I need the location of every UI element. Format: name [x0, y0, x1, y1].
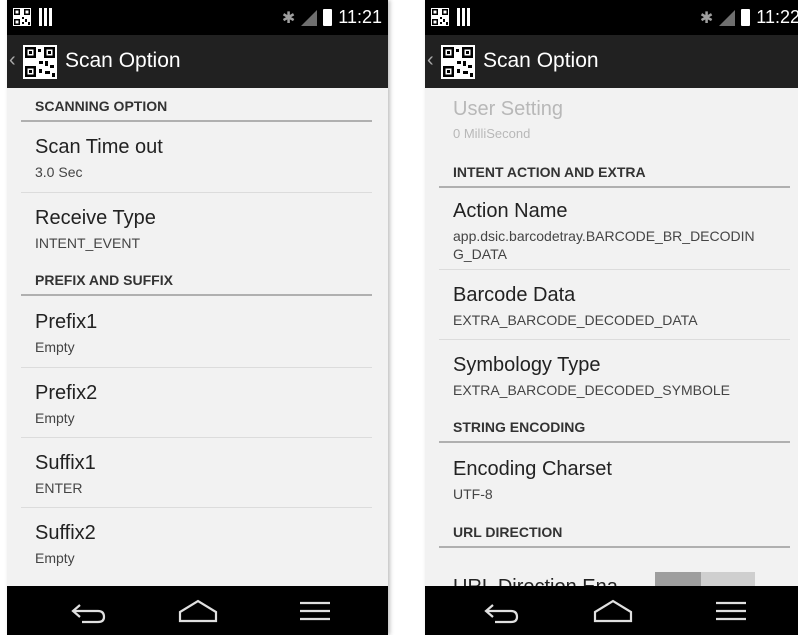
- barcode-icon: [39, 8, 53, 26]
- pref-title: Symbology Type: [453, 354, 601, 376]
- pref-user-setting: User Setting 0 MilliSecond: [439, 88, 790, 148]
- battery-icon: [741, 9, 751, 26]
- back-icon[interactable]: [477, 596, 527, 626]
- toggle-knob: [655, 572, 701, 586]
- action-bar: ‹ Scan Option: [425, 35, 798, 88]
- pref-title: User Setting: [453, 98, 564, 120]
- status-time: 11:22: [756, 7, 798, 27]
- category-prefix-and-suffix: PREFIX AND SUFFIX: [21, 264, 372, 296]
- pref-encoding-charset[interactable]: Encoding Charset UTF-8: [439, 445, 790, 513]
- settings-list[interactable]: SCANNING OPTION Scan Time out 3.0 Sec Re…: [7, 88, 388, 586]
- pref-summary: 0 MilliSecond: [453, 126, 531, 141]
- signal-icon: [301, 9, 318, 26]
- phone-screen-right: ✱ 11:22 ‹ Scan Option User Setting 0 Mil…: [425, 0, 798, 635]
- pref-title: Encoding Charset: [453, 458, 612, 480]
- pref-title: Receive Type: [35, 207, 156, 229]
- screen-title: Scan Option: [483, 49, 599, 72]
- pref-summary: Empty: [35, 550, 75, 566]
- pref-symbology-type[interactable]: Symbology Type EXTRA_BARCODE_DECODED_SYM…: [439, 341, 790, 409]
- pref-receive-type[interactable]: Receive Type INTENT_EVENT: [21, 194, 372, 262]
- qr-code-icon: [431, 8, 449, 26]
- pref-title: URL Direction Ena: [453, 576, 618, 586]
- pref-summary: ENTER: [35, 480, 83, 496]
- pref-summary: app.dsic.barcodetray.BARCODE_BR_DECODIN: [453, 228, 755, 244]
- pref-title: Suffix1: [35, 452, 96, 474]
- up-navigation-icon[interactable]: ‹: [427, 49, 434, 72]
- pref-summary: Empty: [35, 339, 75, 355]
- pref-summary-continued: G_DATA: [453, 246, 507, 262]
- pref-title: Prefix2: [35, 382, 98, 404]
- pref-summary: EXTRA_BARCODE_DECODED_SYMBOLE: [453, 382, 730, 398]
- up-navigation-icon[interactable]: ‹: [9, 49, 16, 72]
- bluetooth-icon: ✱: [699, 9, 714, 27]
- pref-summary: UTF-8: [453, 486, 493, 502]
- category-intent-action-and-extra: INTENT ACTION AND EXTRA: [439, 156, 790, 188]
- battery-icon: [323, 9, 333, 26]
- status-time: 11:21: [338, 7, 382, 27]
- navigation-bar: [425, 586, 798, 635]
- pref-summary: EXTRA_BARCODE_DECODED_DATA: [453, 312, 698, 328]
- home-icon[interactable]: [173, 596, 223, 626]
- category-url-direction: URL DIRECTION: [439, 516, 790, 548]
- back-icon[interactable]: [64, 596, 114, 626]
- pref-action-name[interactable]: Action Name app.dsic.barcodetray.BARCODE…: [439, 190, 790, 270]
- settings-list[interactable]: User Setting 0 MilliSecond INTENT ACTION…: [425, 88, 798, 586]
- menu-icon[interactable]: [290, 596, 340, 626]
- pref-suffix2[interactable]: Suffix2 Empty: [21, 509, 372, 579]
- pref-prefix1[interactable]: Prefix1 Empty: [21, 298, 372, 368]
- qr-code-icon[interactable]: [441, 45, 475, 79]
- status-bar: ✱ 11:21: [7, 0, 388, 35]
- pref-scan-time-out[interactable]: Scan Time out 3.0 Sec: [21, 124, 372, 193]
- action-bar: ‹ Scan Option: [7, 35, 388, 88]
- qr-code-icon: [13, 8, 31, 26]
- pref-summary: INTENT_EVENT: [35, 235, 141, 251]
- pref-url-direction-enable[interactable]: URL Direction Ena: [439, 552, 790, 586]
- url-direction-toggle[interactable]: [655, 572, 755, 586]
- pref-title: Barcode Data: [453, 284, 576, 306]
- pref-summary: 3.0 Sec: [35, 164, 83, 180]
- phone-screen-left: ✱ 11:21 ‹ Scan Option SCANNING OPTION Sc…: [7, 0, 388, 635]
- pref-title: Prefix1: [35, 311, 98, 333]
- bluetooth-icon: ✱: [281, 9, 296, 27]
- qr-code-icon[interactable]: [23, 45, 57, 79]
- barcode-icon: [457, 8, 471, 26]
- signal-icon: [719, 9, 736, 26]
- pref-barcode-data[interactable]: Barcode Data EXTRA_BARCODE_DECODED_DATA: [439, 271, 790, 340]
- pref-title: Action Name: [453, 200, 568, 222]
- screen-title: Scan Option: [65, 49, 181, 72]
- pref-summary: Empty: [35, 410, 75, 426]
- pref-prefix2[interactable]: Prefix2 Empty: [21, 369, 372, 438]
- category-string-encoding: STRING ENCODING: [439, 411, 790, 443]
- pref-title: Suffix2: [35, 522, 96, 544]
- pref-suffix1[interactable]: Suffix1 ENTER: [21, 439, 372, 508]
- status-bar: ✱ 11:22: [425, 0, 798, 35]
- menu-icon[interactable]: [706, 596, 756, 626]
- navigation-bar: [7, 586, 388, 635]
- home-icon[interactable]: [588, 596, 638, 626]
- pref-title: Scan Time out: [35, 136, 163, 158]
- category-scanning-option: SCANNING OPTION: [21, 90, 372, 122]
